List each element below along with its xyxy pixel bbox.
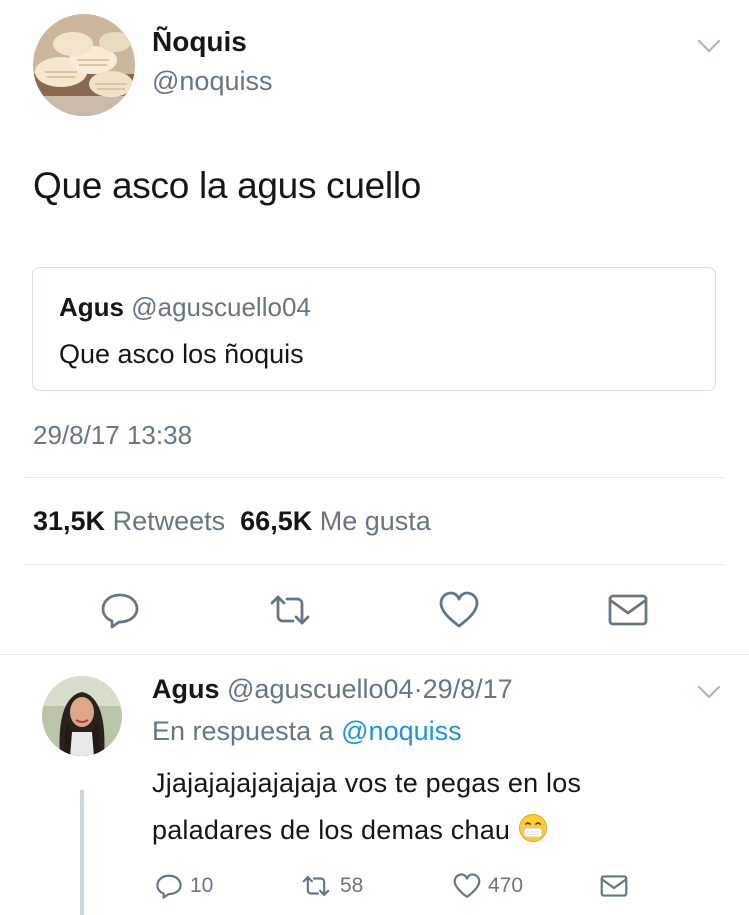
reply-reply-action[interactable]: 10 xyxy=(154,871,213,901)
gnocchi-photo xyxy=(33,14,135,116)
quoted-text: Que asco los ñoquis xyxy=(59,339,304,369)
author-avatar[interactable] xyxy=(33,14,135,116)
reply-header: Agus @aguscuello04·29/8/17 xyxy=(152,674,513,705)
reply-dm-action[interactable] xyxy=(598,871,630,901)
reply-replies-count: 10 xyxy=(190,874,214,897)
in-reply-prefix: En respuesta a xyxy=(152,716,334,746)
likes-count[interactable]: 66,5K xyxy=(240,506,312,536)
quoted-name: Agus xyxy=(59,292,124,322)
reply-likes-count: 470 xyxy=(488,874,524,897)
mask-emoji-icon xyxy=(518,811,548,842)
quoted-tweet[interactable]: Agus @aguscuello04 Que asco los ñoquis xyxy=(32,267,716,391)
likes-label[interactable]: Me gusta xyxy=(320,506,431,536)
reply-retweets-count: 58 xyxy=(340,874,364,897)
reply-text: Jjajajajajajajaja vos te pegas en los pa… xyxy=(152,760,712,854)
retweet-icon[interactable] xyxy=(268,588,312,632)
thread-line xyxy=(80,790,84,915)
reply-text-line-1: Jjajajajajajajaja vos te pegas en los xyxy=(152,768,582,798)
mail-icon xyxy=(600,875,628,897)
person-photo xyxy=(42,676,122,756)
reply-retweet-action[interactable]: 58 xyxy=(298,871,363,901)
reply-icon[interactable] xyxy=(98,588,142,632)
quoted-author: Agus @aguscuello04 xyxy=(59,292,311,323)
tweet-stats: 31,5K Retweets 66,5K Me gusta xyxy=(33,506,431,537)
in-reply-to: En respuesta a @noquiss xyxy=(152,716,462,747)
quoted-handle: @aguscuello04 xyxy=(131,292,311,322)
heart-icon[interactable] xyxy=(437,588,481,632)
heart-icon xyxy=(453,873,481,898)
reply-icon xyxy=(156,874,182,899)
reply-like-action[interactable]: 470 xyxy=(452,871,523,901)
reply-author-name[interactable]: Agus xyxy=(152,674,220,704)
in-reply-handle[interactable]: @noquiss xyxy=(341,716,461,746)
section-divider xyxy=(0,654,749,655)
reply-separator: · xyxy=(413,674,423,704)
reply-text-line-2: paladares de los demas chau xyxy=(152,815,511,845)
divider xyxy=(25,477,724,478)
author-handle[interactable]: @noquiss xyxy=(152,66,272,97)
mail-icon[interactable] xyxy=(606,588,650,632)
reply-date[interactable]: 29/8/17 xyxy=(423,674,513,704)
chevron-down-icon[interactable] xyxy=(696,682,722,702)
tweet-timestamp[interactable]: 29/8/17 13:38 xyxy=(33,420,192,451)
retweet-icon xyxy=(302,876,330,896)
author-name[interactable]: Ñoquis xyxy=(152,26,247,58)
reply-author-handle[interactable]: @aguscuello04 xyxy=(227,674,414,704)
reply-author-avatar[interactable] xyxy=(42,676,122,756)
retweets-count[interactable]: 31,5K xyxy=(33,506,105,536)
chevron-down-icon[interactable] xyxy=(696,36,722,56)
tweet-text: Que asco la agus cuello xyxy=(33,165,422,206)
divider xyxy=(25,564,724,565)
retweets-label[interactable]: Retweets xyxy=(113,506,226,536)
